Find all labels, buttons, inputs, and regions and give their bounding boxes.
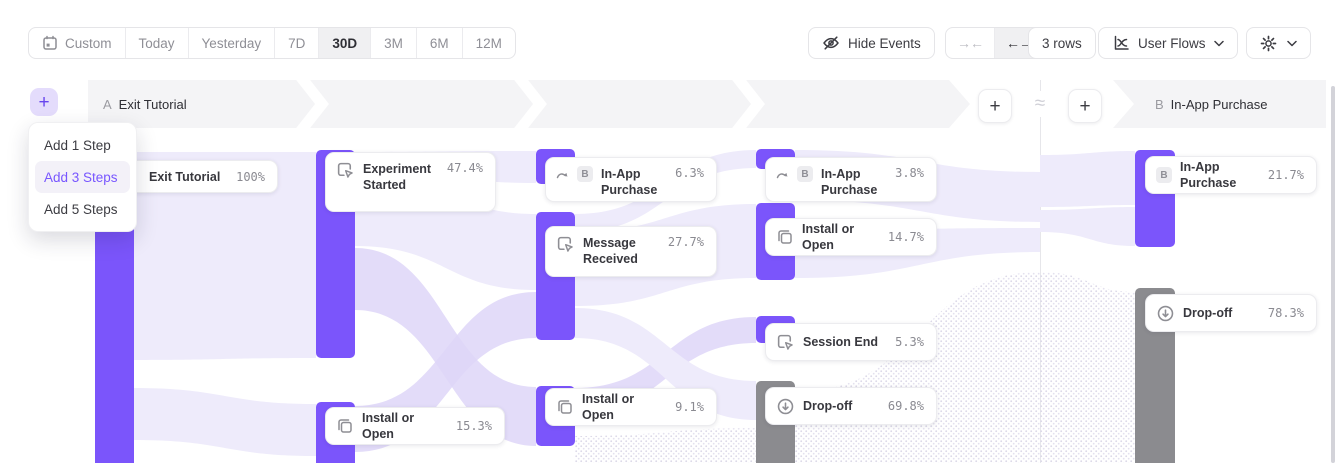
node-percent: 100% — [236, 170, 265, 184]
node-message-received[interactable]: Message Received 27.7% — [545, 226, 717, 277]
date-custom-label: Custom — [65, 36, 112, 51]
step-b-title: B In-App Purchase — [1155, 80, 1268, 128]
node-install-open-step2[interactable]: Install or Open 15.3% — [325, 407, 505, 445]
step-a-label: Exit Tutorial — [119, 97, 187, 112]
date-7d[interactable]: 7D — [275, 28, 319, 58]
hide-events-button[interactable]: Hide Events — [808, 27, 935, 59]
skip-arrow-icon — [556, 168, 569, 181]
node-percent: 15.3% — [456, 419, 492, 433]
date-3m[interactable]: 3M — [371, 28, 417, 58]
step-b-badge: B — [577, 166, 593, 182]
node-inapp-purchase-step3[interactable]: B In-App Purchase 6.3% — [545, 157, 717, 202]
step-a-letter: A — [103, 97, 112, 112]
settings-button[interactable] — [1246, 27, 1311, 59]
node-percent: 6.3% — [675, 166, 704, 180]
eye-off-icon — [822, 34, 840, 52]
node-dropoff-b[interactable]: Drop-off 78.3% — [1145, 294, 1317, 332]
date-today[interactable]: Today — [126, 28, 189, 58]
rows-label: 3 rows — [1042, 36, 1082, 51]
node-percent: 47.4% — [447, 161, 483, 175]
step-b-letter: B — [1155, 97, 1164, 112]
dropoff-icon — [1156, 304, 1175, 323]
add-step-before-b-button[interactable]: + — [1068, 89, 1102, 123]
skip-arrow-icon — [776, 168, 789, 181]
node-exit-tutorial[interactable]: Exit Tutorial 100% — [120, 160, 278, 193]
menu-add-5-steps[interactable]: Add 5 Steps — [35, 193, 130, 225]
node-session-end[interactable]: Session End 5.3% — [765, 323, 937, 361]
node-label: Install or Open — [802, 221, 880, 253]
custom-event-icon — [336, 161, 355, 180]
node-label: Session End — [803, 334, 887, 350]
node-percent: 27.7% — [668, 235, 704, 249]
node-label: Install or Open — [362, 410, 448, 442]
add-step-end-button[interactable]: + — [978, 89, 1012, 123]
view-selector-button[interactable]: User Flows — [1098, 27, 1238, 59]
node-percent: 9.1% — [675, 400, 704, 414]
node-percent: 14.7% — [888, 230, 924, 244]
calendar-icon — [42, 35, 58, 51]
add-step-start-button[interactable]: + — [30, 88, 58, 116]
node-percent: 78.3% — [1268, 306, 1304, 320]
node-label: Exit Tutorial — [149, 169, 228, 185]
node-label: Drop-off — [803, 398, 880, 414]
date-12m[interactable]: 12M — [463, 28, 515, 58]
custom-event-icon — [556, 235, 575, 254]
hide-events-label: Hide Events — [848, 36, 921, 51]
install-icon — [776, 228, 794, 246]
node-label: In-App Purchase — [821, 166, 887, 198]
step-a-title: A Exit Tutorial — [103, 80, 187, 128]
collapse-columns-button[interactable]: →← — [946, 28, 995, 58]
step-b-badge: B — [797, 166, 813, 182]
node-inapp-purchase-step4[interactable]: B In-App Purchase 3.8% — [765, 157, 937, 202]
node-label: In-App Purchase — [601, 166, 667, 198]
node-install-open-step3[interactable]: Install or Open 9.1% — [545, 388, 717, 426]
dropoff-icon — [776, 397, 795, 416]
date-6m[interactable]: 6M — [417, 28, 463, 58]
view-selector-label: User Flows — [1138, 36, 1206, 51]
node-install-open-step4[interactable]: Install or Open 14.7% — [765, 218, 937, 256]
node-experiment-started[interactable]: Experiment Started 47.4% — [325, 152, 496, 212]
install-icon — [336, 417, 354, 435]
install-icon — [556, 398, 574, 416]
gear-icon — [1260, 35, 1277, 52]
user-flows-icon — [1112, 34, 1130, 52]
vertical-scrollbar[interactable] — [1331, 86, 1335, 463]
menu-add-1-step[interactable]: Add 1 Step — [35, 129, 130, 161]
node-percent: 5.3% — [895, 335, 924, 349]
date-yesterday[interactable]: Yesterday — [189, 28, 276, 58]
node-percent: 69.8% — [888, 399, 924, 413]
date-custom[interactable]: Custom — [29, 28, 126, 58]
custom-event-icon — [776, 333, 795, 352]
node-label: Message Received — [583, 235, 660, 267]
chevron-down-icon — [1214, 40, 1224, 47]
node-percent: 3.8% — [895, 166, 924, 180]
date-30d[interactable]: 30D — [319, 28, 371, 58]
step-band-a[interactable] — [88, 76, 970, 132]
chevron-down-icon — [1287, 40, 1297, 47]
date-range-control: Custom Today Yesterday 7D 30D 3M 6M 12M — [28, 27, 516, 59]
step-b-badge: B — [1156, 167, 1172, 183]
collapse-arrows-icon: →← — [957, 35, 983, 51]
menu-add-3-steps[interactable]: Add 3 Steps — [35, 161, 130, 193]
node-label: Experiment Started — [363, 161, 439, 193]
gap-approx-symbol: ≈ — [1026, 91, 1054, 117]
node-label: In-App Purchase — [1180, 159, 1260, 191]
node-inapp-purchase-b[interactable]: B In-App Purchase 21.7% — [1145, 156, 1317, 194]
step-b-label: In-App Purchase — [1171, 97, 1268, 112]
node-dropoff-step4[interactable]: Drop-off 69.8% — [765, 387, 937, 425]
node-label: Install or Open — [582, 391, 667, 423]
rows-button[interactable]: 3 rows — [1028, 27, 1096, 59]
add-steps-menu: Add 1 Step Add 3 Steps Add 5 Steps — [28, 122, 137, 232]
node-percent: 21.7% — [1268, 168, 1304, 182]
node-label: Drop-off — [1183, 305, 1260, 321]
